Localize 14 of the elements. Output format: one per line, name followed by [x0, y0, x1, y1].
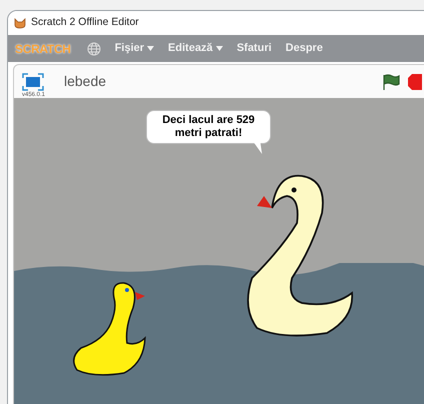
- menu-item[interactable]: Fişier: [114, 40, 154, 57]
- cat-icon: [14, 18, 26, 28]
- speech-bubble: Deci lacul are 529 metri patrati!: [146, 110, 271, 144]
- menu-item[interactable]: Despre: [286, 40, 323, 57]
- scratch-logo[interactable]: SCRATCH: [15, 40, 71, 58]
- caret-icon: [216, 46, 223, 51]
- fullscreen-icon[interactable]: [22, 72, 44, 90]
- caret-icon: [147, 46, 154, 51]
- stop-icon[interactable]: [408, 74, 422, 90]
- window-title: Scratch 2 Offline Editor: [31, 15, 139, 30]
- flag-icon[interactable]: [382, 74, 400, 90]
- menu-item[interactable]: Editează: [168, 40, 223, 57]
- menu-item[interactable]: Sfaturi: [236, 40, 272, 57]
- project-title: lebede: [64, 72, 106, 91]
